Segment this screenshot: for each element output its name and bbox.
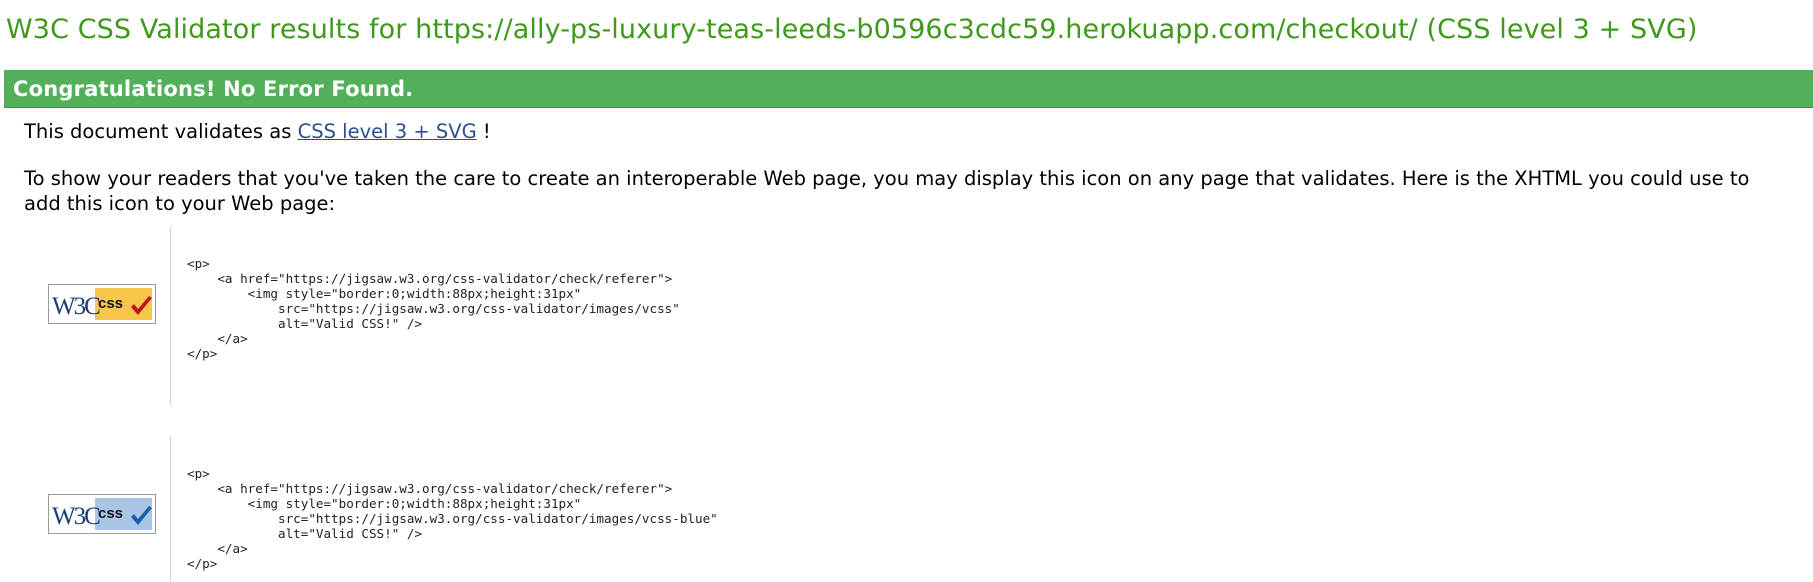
svg-text:css: css [98, 295, 123, 312]
svg-text:W3C: W3C [52, 503, 100, 530]
validates-suffix: ! [476, 120, 491, 143]
success-banner: Congratulations! No Error Found. [4, 70, 1813, 108]
code-divider [170, 226, 171, 406]
valid-css-gold-badge: W3C css [48, 284, 156, 324]
badge-example-gold: W3C css <p> <a href="https://jigsaw.w3.o… [0, 226, 1000, 406]
page-title: W3C CSS Validator results for https://al… [6, 14, 1698, 45]
success-message: Congratulations! No Error Found. [13, 77, 414, 101]
w3c-css-badge-icon: W3C css [48, 284, 156, 324]
css-level-link[interactable]: CSS level 3 + SVG [298, 120, 477, 143]
validation-summary: This document validates as CSS level 3 +… [24, 119, 491, 144]
svg-text:css: css [98, 505, 123, 522]
badge-code-snippet: <p> <a href="https://jigsaw.w3.org/css-v… [187, 256, 680, 361]
valid-css-blue-badge: W3C css [48, 494, 156, 534]
w3c-css-badge-icon: W3C css [48, 494, 156, 534]
share-instructions: To show your readers that you've taken t… [24, 167, 1750, 215]
svg-text:W3C: W3C [52, 293, 100, 320]
code-divider [170, 436, 171, 582]
validates-prefix: This document validates as [24, 120, 292, 143]
badge-example-blue: W3C css <p> <a href="https://jigsaw.w3.o… [0, 436, 1000, 582]
badge-code-snippet: <p> <a href="https://jigsaw.w3.org/css-v… [187, 466, 718, 571]
